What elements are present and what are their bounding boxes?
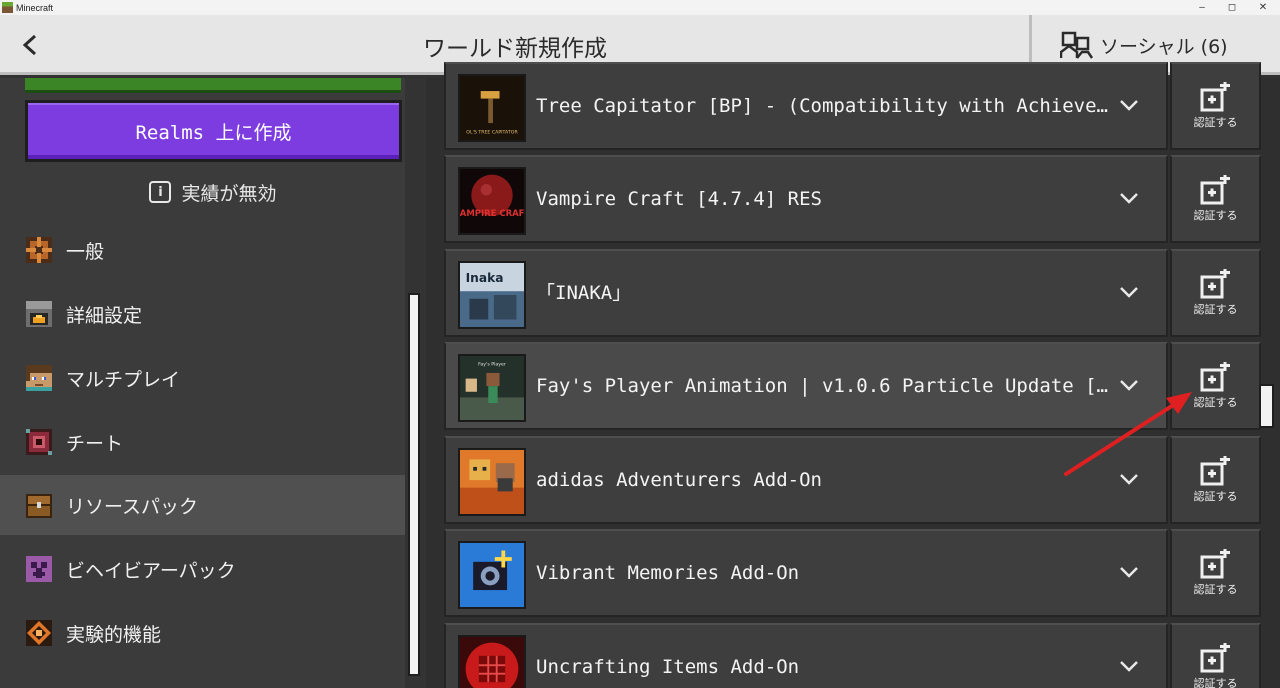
sidebar-item-behavior-packs[interactable]: ビヘイビアーパック: [0, 539, 405, 599]
sidebar-item-label: 実験的機能: [66, 623, 162, 646]
pack-name: 「INAKA」: [536, 282, 632, 304]
add-verify-icon: [1200, 456, 1230, 486]
pack-row[interactable]: Fay's Player Fay's Player Animation | v1…: [444, 342, 1261, 430]
minimize-button[interactable]: –: [1187, 0, 1217, 15]
verify-button[interactable]: 認証する: [1170, 623, 1261, 688]
create-button-edge[interactable]: [25, 78, 401, 93]
pack-thumbnail-text: Fay's Player: [478, 361, 506, 367]
sidebar-item-label: 詳細設定: [66, 304, 143, 327]
verify-button[interactable]: 認証する: [1170, 529, 1261, 617]
pack-row[interactable]: adidas Adventurers Add-On 認証する: [444, 436, 1261, 524]
settings-sidebar: Realms 上に作成 i 実績が無効 一般 詳細設定 マルチプレイ チート リ…: [0, 78, 426, 688]
pack-row[interactable]: OL'S TREE CAPITATOR Tree Capitator [BP] …: [444, 62, 1261, 150]
pack-thumbnail: [458, 541, 526, 609]
chevron-down-icon[interactable]: [1118, 468, 1140, 490]
gear-block-icon: [26, 237, 52, 263]
verify-label: 認証する: [1193, 490, 1238, 503]
page-title: ワールド新規作成: [423, 36, 607, 62]
chest-icon: [26, 494, 52, 518]
verify-label: 認証する: [1193, 677, 1238, 688]
verify-button[interactable]: 認証する: [1170, 436, 1261, 524]
chevron-down-icon[interactable]: [1118, 655, 1140, 677]
pack-row[interactable]: Vibrant Memories Add-On 認証する: [444, 529, 1261, 617]
pack-thumbnail: OL'S TREE CAPITATOR: [458, 74, 526, 142]
pack-name: Fay's Player Animation | v1.0.6 Particle…: [536, 375, 1111, 397]
verify-label: 認証する: [1193, 116, 1238, 129]
verify-label: 認証する: [1193, 583, 1238, 596]
pack-name: Uncrafting Items Add-On: [536, 656, 800, 678]
close-window-button[interactable]: ✕: [1248, 0, 1278, 15]
minecraft-app-icon: [2, 2, 13, 13]
add-verify-icon: [1200, 362, 1230, 392]
sidebar-item-general[interactable]: 一般: [0, 220, 405, 280]
achievements-notice-text: 実績が無効: [181, 182, 277, 205]
pack-thumbnail: Inaka: [458, 261, 526, 329]
create-on-realms-button[interactable]: Realms 上に作成: [25, 100, 402, 162]
pack-thumbnail-text: Inaka: [466, 271, 504, 285]
add-verify-icon: [1200, 549, 1230, 579]
verify-button[interactable]: 認証する: [1170, 155, 1261, 243]
experiment-icon: [26, 620, 52, 646]
sidebar-item-label: ビヘイビアーパック: [66, 559, 236, 582]
chevron-down-icon[interactable]: [1118, 561, 1140, 583]
people-icon: [1060, 31, 1094, 59]
verify-button[interactable]: 認証する: [1170, 249, 1261, 337]
chevron-down-icon[interactable]: [1118, 187, 1140, 209]
pack-thumbnail: [458, 635, 526, 688]
info-icon: i: [149, 181, 172, 203]
pack-row-main[interactable]: OL'S TREE CAPITATOR Tree Capitator [BP] …: [444, 62, 1168, 150]
player-face-icon: [26, 365, 52, 391]
add-verify-icon: [1200, 175, 1230, 205]
verify-button[interactable]: 認証する: [1170, 62, 1261, 150]
pack-row[interactable]: Inaka 「INAKA」 認証する: [444, 249, 1261, 337]
chevron-down-icon[interactable]: [1118, 94, 1140, 116]
verify-label: 認証する: [1193, 303, 1238, 316]
pack-row[interactable]: VAMPIRE CRAFT Vampire Craft [4.7.4] RES …: [444, 155, 1261, 243]
sidebar-item-experiments[interactable]: 実験的機能: [0, 603, 405, 663]
pack-row[interactable]: Uncrafting Items Add-On 認証する: [444, 623, 1261, 688]
pack-name: adidas Adventurers Add-On: [536, 469, 822, 491]
chevron-down-icon[interactable]: [1118, 281, 1140, 303]
add-verify-icon: [1200, 82, 1230, 112]
sidebar-item-advanced[interactable]: 詳細設定: [0, 284, 405, 344]
sidebar-item-label: リソースパック: [66, 495, 199, 518]
pack-list-scrollbar-thumb[interactable]: [1259, 384, 1274, 428]
pack-thumbnail: VAMPIRE CRAFT: [458, 167, 526, 235]
window-titlebar: Minecraft – ◻ ✕: [0, 0, 1280, 15]
sidebar-scrollbar-thumb[interactable]: [408, 293, 420, 676]
sidebar-item-label: マルチプレイ: [66, 368, 181, 391]
sidebar-item-label: 一般: [66, 240, 105, 263]
add-verify-icon: [1200, 269, 1230, 299]
creeper-icon: [26, 556, 52, 582]
social-label: ソーシャル (6): [1100, 35, 1228, 58]
sidebar-item-multiplayer[interactable]: マルチプレイ: [0, 348, 405, 408]
sidebar-item-cheats[interactable]: チート: [0, 412, 405, 472]
pack-row-main[interactable]: Vibrant Memories Add-On: [444, 529, 1168, 617]
window-title: Minecraft: [16, 2, 54, 13]
sidebar-item-resource-packs[interactable]: リソースパック: [0, 475, 405, 535]
pack-thumbnail-text: OL'S TREE CAPITATOR: [466, 129, 518, 135]
verify-button[interactable]: 認証する: [1170, 342, 1261, 430]
achievements-disabled-notice: i 実績が無効: [25, 172, 401, 212]
pack-thumbnail: [458, 448, 526, 516]
pack-row-main[interactable]: adidas Adventurers Add-On: [444, 436, 1168, 524]
command-block-icon: [26, 429, 52, 455]
verify-label: 認証する: [1193, 396, 1238, 409]
add-verify-icon: [1200, 643, 1230, 673]
pack-name: Vampire Craft [4.7.4] RES: [536, 188, 822, 210]
furnace-icon: [26, 301, 52, 327]
pack-thumbnail: Fay's Player: [458, 354, 526, 422]
pack-row-main[interactable]: Inaka 「INAKA」: [444, 249, 1168, 337]
chevron-down-icon[interactable]: [1118, 374, 1140, 396]
pack-name: Tree Capitator [BP] - (Compatibility wit…: [536, 95, 1111, 117]
pack-thumbnail-text: VAMPIRE CRAFT: [458, 208, 526, 218]
pack-row-main[interactable]: VAMPIRE CRAFT Vampire Craft [4.7.4] RES: [444, 155, 1168, 243]
verify-label: 認証する: [1193, 209, 1238, 222]
pack-name: Vibrant Memories Add-On: [536, 562, 800, 584]
pack-row-main[interactable]: Fay's Player Fay's Player Animation | v1…: [444, 342, 1168, 430]
maximize-button[interactable]: ◻: [1217, 0, 1247, 15]
pack-row-main[interactable]: Uncrafting Items Add-On: [444, 623, 1168, 688]
sidebar-item-label: チート: [66, 432, 124, 455]
